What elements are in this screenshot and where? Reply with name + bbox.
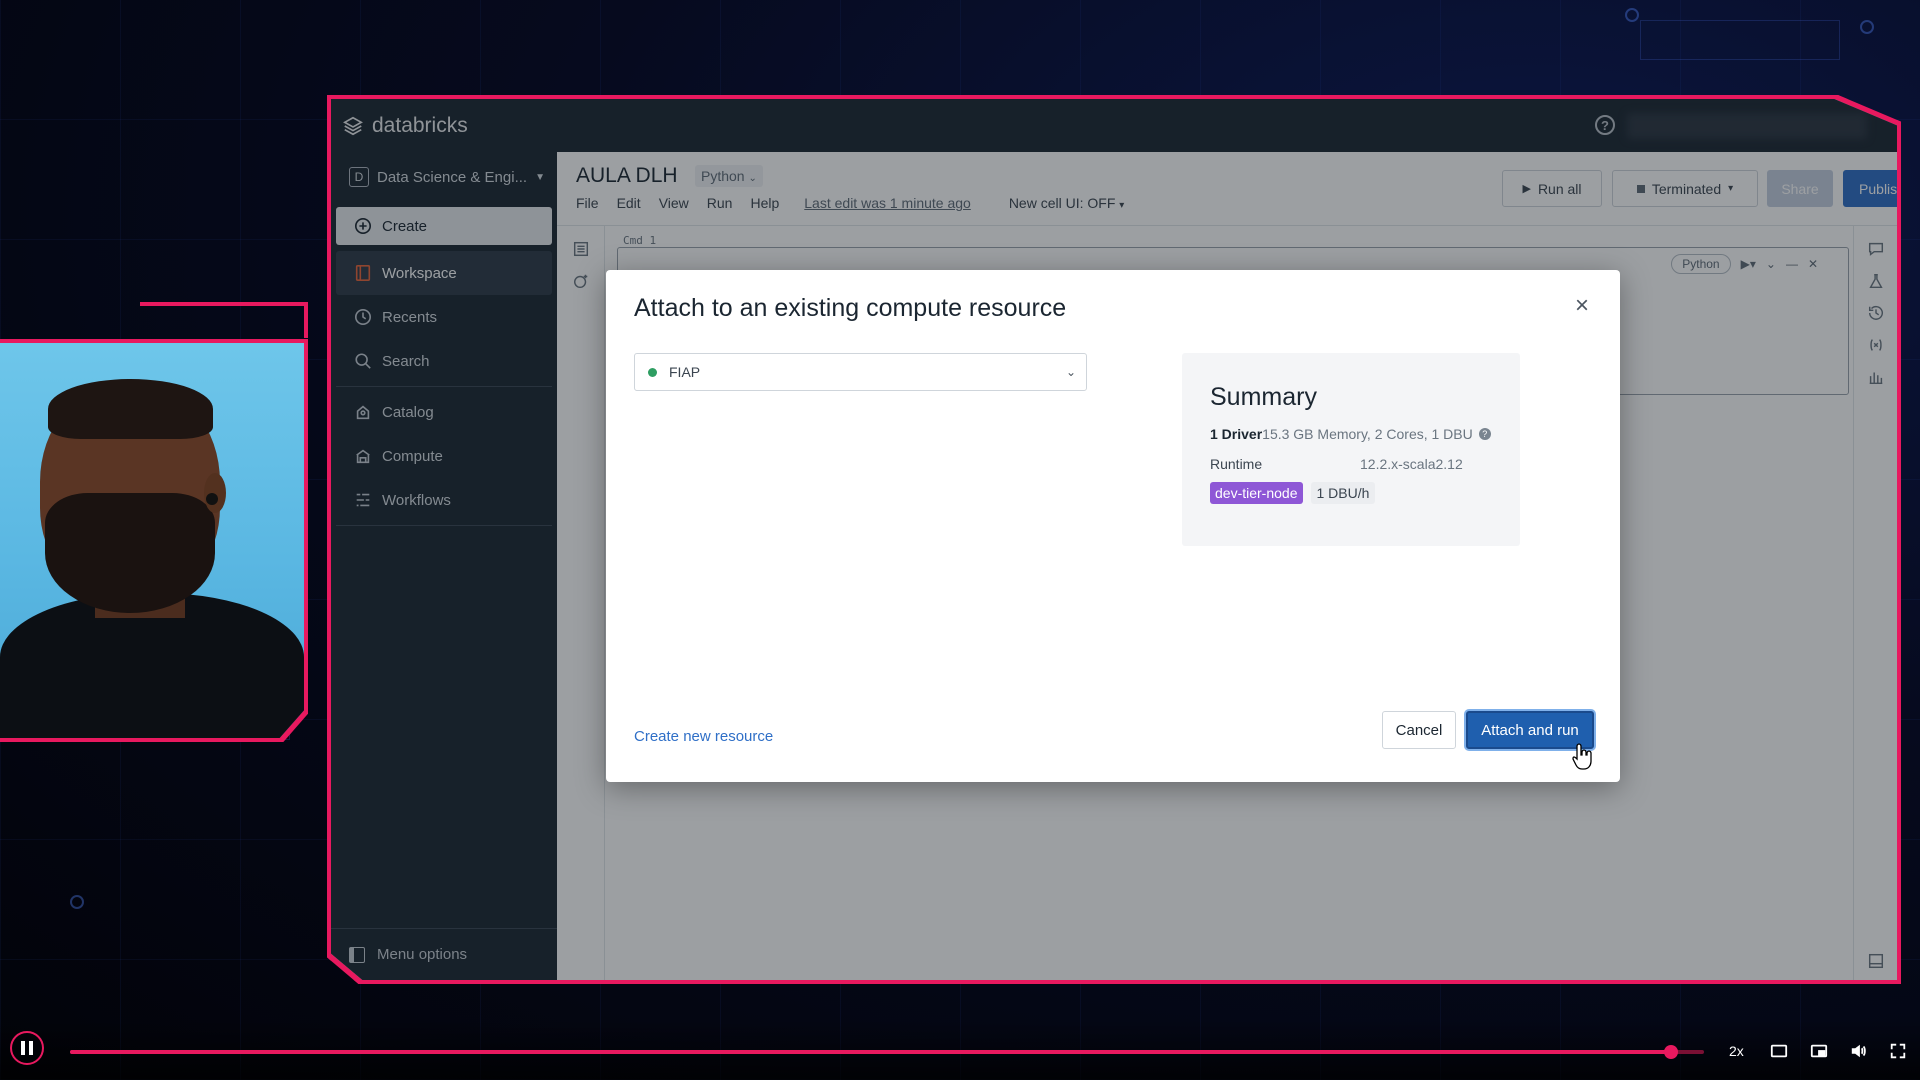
webcam-feed	[0, 343, 304, 738]
chevron-down-icon: ⌄	[1065, 365, 1076, 379]
presenter-hair	[48, 379, 213, 439]
summary-tags: dev-tier-node 1 DBU/h	[1210, 482, 1492, 504]
compute-resource-select[interactable]: FIAP ⌄	[634, 353, 1087, 391]
progress-fill	[70, 1050, 1672, 1054]
dbu-rate-tag: 1 DBU/h	[1310, 482, 1376, 504]
status-dot-icon	[648, 367, 657, 377]
cancel-button[interactable]: Cancel	[1382, 711, 1456, 749]
presenter-beard	[45, 493, 215, 613]
driver-count: 1 Driver	[1210, 426, 1263, 442]
summary-panel: Summary 1 Driver 15.3 GB Memory, 2 Cores…	[1182, 353, 1520, 546]
runtime-label: Runtime	[1210, 456, 1263, 472]
summary-runtime-row: Runtime 12.2.x-scala2.12	[1210, 456, 1492, 472]
close-icon[interactable]: ×	[1570, 294, 1594, 318]
webcam-frame-tab	[140, 302, 308, 338]
captions-icon[interactable]	[1770, 1041, 1788, 1061]
volume-icon[interactable]	[1850, 1041, 1868, 1061]
driver-spec: 15.3 GB Memory, 2 Cores, 1 DBU	[1262, 426, 1473, 442]
dialog-title: Attach to an existing compute resource	[634, 294, 1067, 322]
summary-driver: 1 Driver 15.3 GB Memory, 2 Cores, 1 DBU …	[1210, 426, 1492, 442]
circuit-node-decoration	[1860, 20, 1874, 34]
circuit-node-decoration	[70, 895, 84, 909]
pause-button[interactable]	[10, 1031, 44, 1065]
playback-speed-button[interactable]: 2x	[1729, 1041, 1744, 1061]
attach-compute-dialog: Attach to an existing compute resource ×…	[606, 270, 1620, 782]
info-icon[interactable]: ?	[1478, 428, 1491, 440]
circuit-node-decoration	[1625, 8, 1639, 22]
hand-cursor-icon	[1572, 743, 1592, 770]
runtime-value: 12.2.x-scala2.12	[1360, 456, 1463, 472]
create-new-resource-link[interactable]: Create new resource	[634, 728, 773, 745]
summary-title: Summary	[1210, 383, 1317, 411]
databricks-app-window: databricks ? D Data Science & Engi... ▼ …	[331, 99, 1897, 980]
picture-in-picture-icon[interactable]	[1810, 1041, 1828, 1061]
fullscreen-icon[interactable]	[1889, 1041, 1907, 1061]
video-player-controls: 2x	[0, 1020, 1920, 1080]
selected-resource-label: FIAP	[669, 364, 701, 380]
progress-track[interactable]	[70, 1045, 1704, 1059]
node-type-tag: dev-tier-node	[1210, 482, 1303, 504]
progress-knob[interactable]	[1664, 1045, 1679, 1059]
earbud	[206, 493, 218, 505]
circuit-decoration	[1640, 20, 1840, 60]
video-stage: databricks ? D Data Science & Engi... ▼ …	[0, 0, 1920, 1080]
